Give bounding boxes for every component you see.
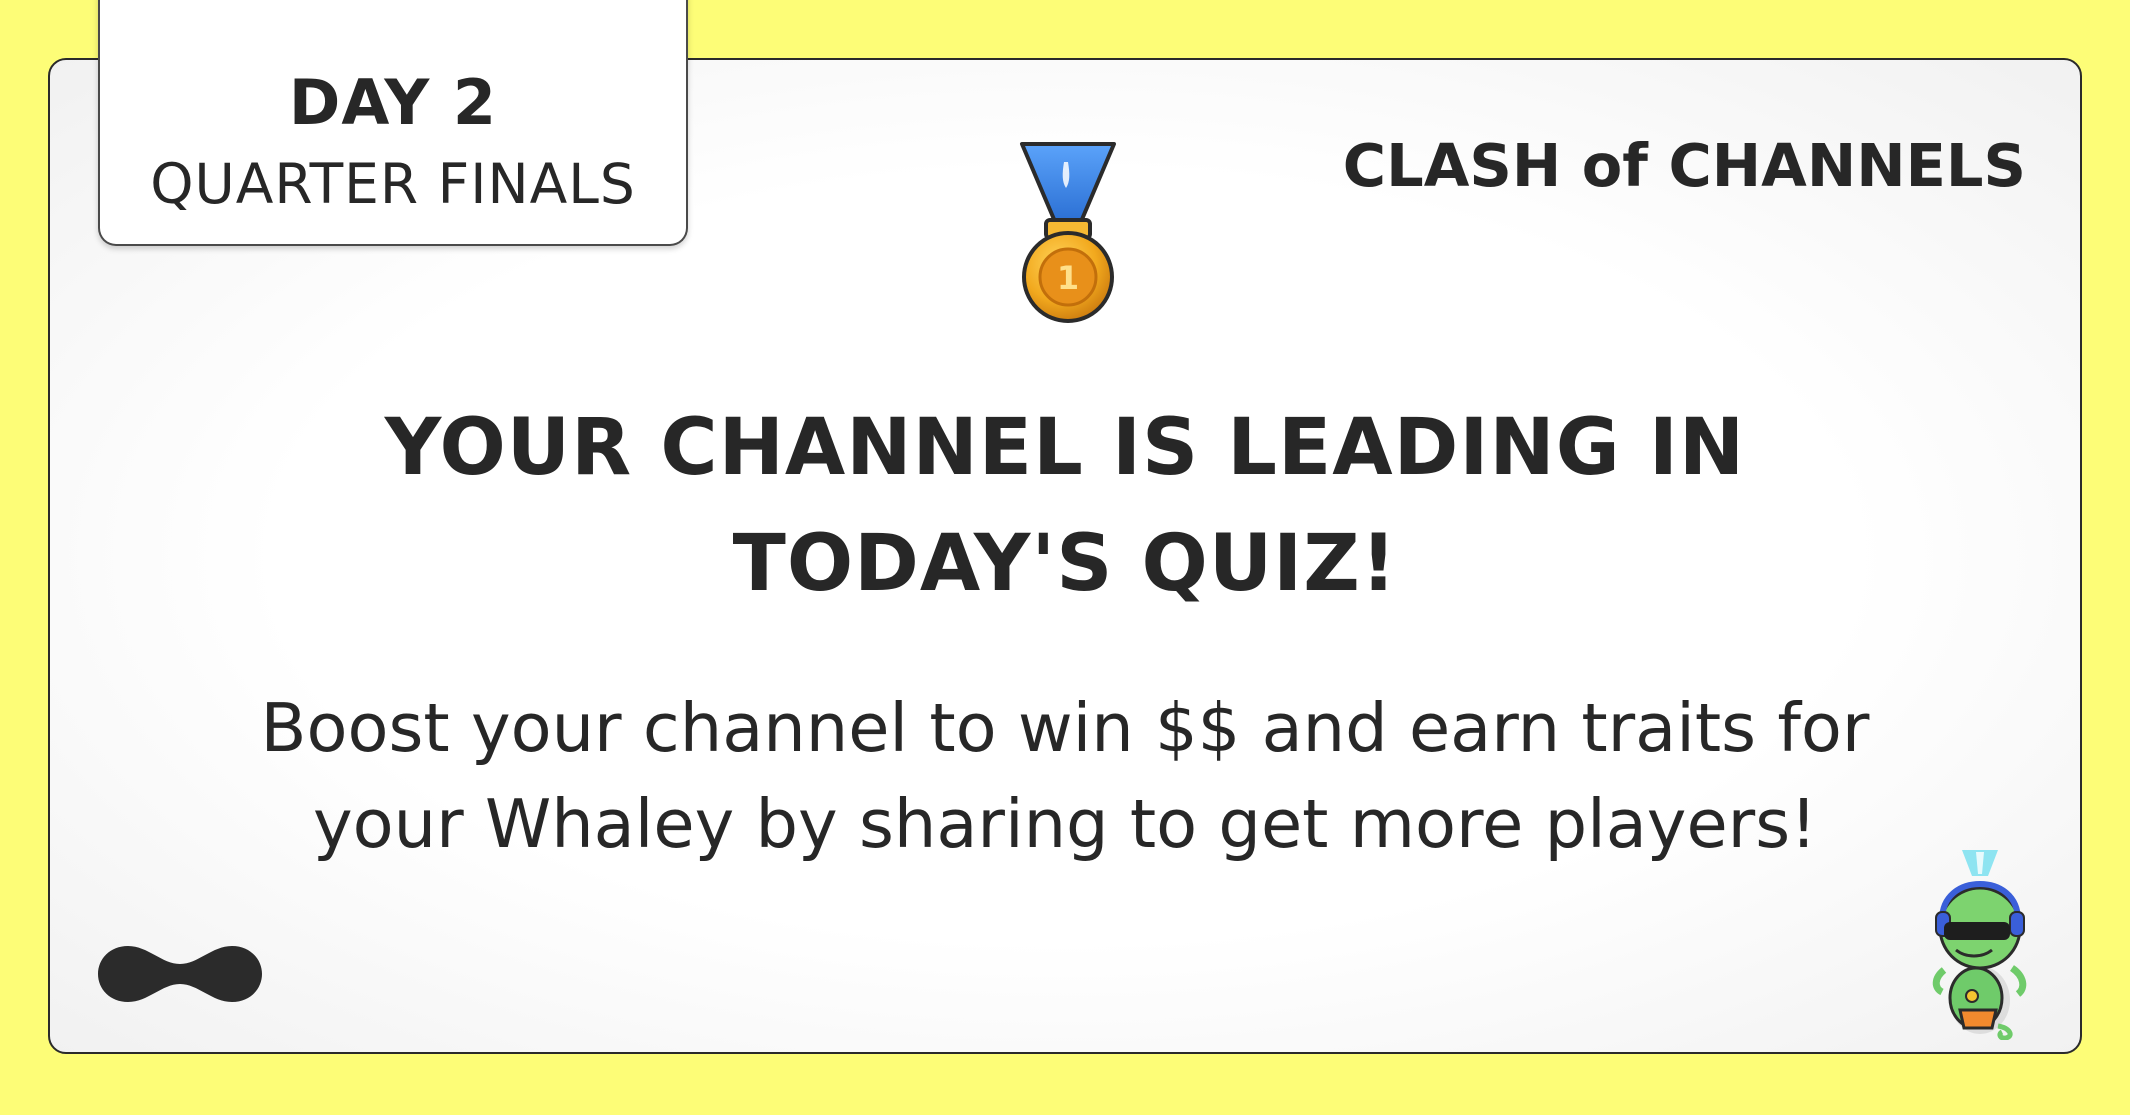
- day-label: DAY 2: [288, 66, 498, 139]
- whaley-mascot-icon: [1932, 850, 2027, 1040]
- infinity-logo-icon: [98, 946, 262, 1002]
- headline-line-1: YOUR CHANNEL IS LEADING IN: [384, 403, 1746, 493]
- medal-number: 1: [1057, 259, 1079, 297]
- boost-message: Boost your channel to win $$ and earn tr…: [120, 680, 2010, 872]
- tournament-stage-tag: DAY 2 QUARTER FINALS: [98, 0, 688, 246]
- gold-medal-icon: 1: [1020, 142, 1116, 323]
- headline-line-2: TODAY'S QUIZ!: [732, 519, 1398, 609]
- brand-title: CLASH of CHANNELS: [1342, 131, 2026, 200]
- headline: YOUR CHANNEL IS LEADING IN TODAY'S QUIZ!: [160, 390, 1970, 622]
- share-card-stage: DAY 2 QUARTER FINALS CLASH of CHANNELS 1…: [0, 0, 2130, 1115]
- round-label: QUARTER FINALS: [150, 152, 636, 216]
- boost-message-line-1: Boost your channel to win $$ and earn tr…: [260, 689, 1870, 767]
- boost-message-line-2: your Whaley by sharing to get more playe…: [313, 785, 1817, 863]
